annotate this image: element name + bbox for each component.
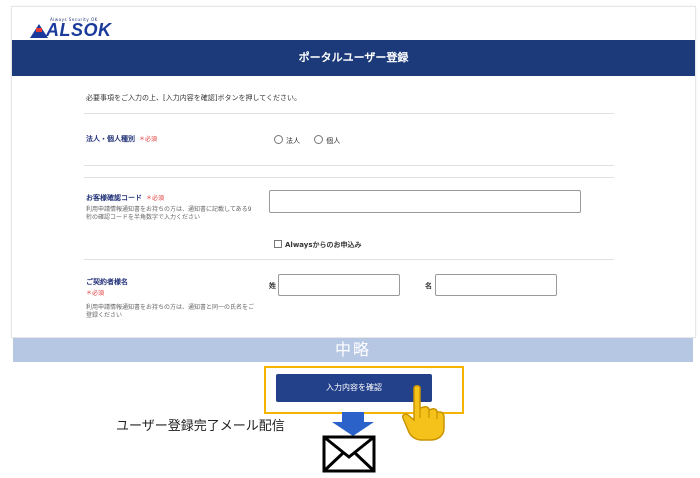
required-mark: ＊必須 — [86, 290, 105, 297]
down-arrow-icon — [332, 412, 374, 436]
contractor-name-label: ご契約者様名 — [86, 278, 128, 286]
radio-individual[interactable]: 個人 — [314, 135, 352, 145]
last-name-input[interactable] — [278, 274, 400, 296]
customer-code-note: 利用申請情報通知書をお持ちの方は、通知書に記載してある9桁の確認コードを半角数字… — [86, 206, 252, 221]
email-delivery-caption: ユーザー登録完了メール配信 — [116, 419, 285, 434]
contractor-name-note: 利用申請情報通知書をお持ちの方は、通知書と同一の氏名をご登録ください — [86, 304, 255, 319]
omitted-section-bar: 中略 — [13, 338, 693, 362]
divider — [84, 177, 614, 178]
required-mark: ＊必須 — [139, 136, 158, 143]
corporate-type-radio-group: 法人 個人 — [274, 135, 352, 146]
radio-icon[interactable] — [274, 135, 283, 144]
divider — [84, 259, 614, 260]
first-name-label: 名 — [425, 282, 432, 290]
checkbox-icon[interactable] — [274, 240, 282, 248]
first-name-input[interactable] — [435, 274, 557, 296]
alsok-logo: Always Security OK ALSOK — [30, 17, 120, 41]
intro-text: 必要事項をご入力の上、[入力内容を確認]ボタンを押してください。 — [86, 94, 302, 102]
radio-corporate[interactable]: 法人 — [274, 135, 312, 145]
corporate-type-label: 法人・個人種別 ＊必須 — [86, 135, 158, 143]
last-name-label: 姓 — [269, 282, 276, 290]
divider — [84, 165, 614, 166]
envelope-icon — [322, 435, 376, 473]
page-title: ポータルユーザー登録 — [12, 40, 695, 76]
always-checkbox[interactable]: Alwaysからのお申込み — [274, 240, 362, 250]
required-mark: ＊必須 — [146, 195, 165, 202]
logo-name: ALSOK — [46, 20, 112, 40]
customer-code-label: お客様確認コード ＊必須 — [86, 194, 165, 202]
radio-icon[interactable] — [314, 135, 324, 144]
pointing-hand-icon — [402, 385, 445, 441]
registration-form-card: Always Security OK ALSOK ポータルユーザー登録 必要事項… — [11, 6, 696, 338]
customer-code-input[interactable] — [269, 190, 581, 213]
divider — [84, 113, 614, 114]
